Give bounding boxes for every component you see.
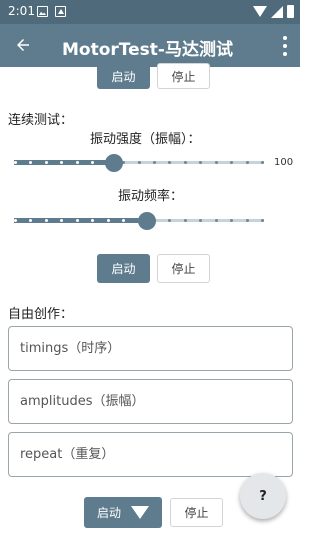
timings-field[interactable] xyxy=(8,326,293,371)
app-title: MotorTest-马达测试 xyxy=(62,40,233,60)
frequency-slider-fill xyxy=(14,218,147,223)
frequency-label: 振动频率： xyxy=(118,189,184,204)
back-arrow-icon xyxy=(17,39,29,51)
more-vert-icon[interactable] xyxy=(282,36,288,56)
strength-slider-tick xyxy=(261,161,264,164)
amplitudes-field[interactable] xyxy=(8,379,293,424)
app-bar: MotorTest-马达测试 xyxy=(0,24,300,67)
frequency-slider-tick xyxy=(261,219,264,222)
frequency-slider-tick xyxy=(183,219,187,222)
status-icons xyxy=(253,5,294,18)
strength-slider[interactable] xyxy=(14,153,264,173)
help-fab-button[interactable]: ? xyxy=(240,473,286,519)
status-time: 2:01 xyxy=(8,4,35,18)
timings-input[interactable] xyxy=(20,327,280,370)
frequency-slider-tick xyxy=(14,219,17,222)
strength-slider-tick xyxy=(75,161,79,164)
strength-label: 振动强度（振幅）： xyxy=(90,132,201,147)
strength-value: 100 xyxy=(274,157,294,168)
frequency-slider-thumb[interactable] xyxy=(137,212,156,230)
wifi-icon xyxy=(253,6,267,17)
strength-slider-thumb[interactable] xyxy=(105,154,123,172)
frequency-slider-tick xyxy=(214,219,218,222)
amplitudes-input[interactable] xyxy=(20,380,280,423)
back-button[interactable] xyxy=(8,30,38,60)
single-start-button[interactable]: 启动 xyxy=(97,63,150,89)
frequency-slider-tick xyxy=(75,219,79,222)
continuous-stop-button[interactable]: 停止 xyxy=(157,254,210,283)
frequency-slider-tick xyxy=(245,219,249,222)
gallery-notification-icon xyxy=(37,6,48,17)
app-notification-icon xyxy=(55,6,66,17)
free-create-heading: 自由创作： xyxy=(8,307,74,322)
repeat-input[interactable] xyxy=(20,433,280,476)
single-stop-button[interactable]: 停止 xyxy=(157,63,210,89)
frequency-slider[interactable] xyxy=(14,211,264,231)
battery-icon xyxy=(287,5,294,18)
strength-slider-tick xyxy=(245,161,249,164)
status-bar: 2:01 xyxy=(0,0,300,24)
play-triangle-icon xyxy=(131,506,149,519)
strength-slider-tick xyxy=(14,161,17,164)
strength-slider-tick xyxy=(137,161,141,164)
repeat-field[interactable] xyxy=(8,432,293,477)
strength-slider-tick xyxy=(152,161,156,164)
free-stop-button[interactable]: 停止 xyxy=(170,498,223,527)
frequency-slider-tick xyxy=(44,219,48,222)
free-start-button[interactable]: 启动 xyxy=(84,497,162,528)
strength-slider-tick xyxy=(44,161,48,164)
continuous-start-button[interactable]: 启动 xyxy=(97,254,150,283)
strength-slider-tick xyxy=(183,161,187,164)
continuous-heading: 连续测试： xyxy=(8,113,74,128)
frequency-slider-tick xyxy=(106,219,110,222)
signal-icon xyxy=(271,5,283,18)
strength-slider-tick xyxy=(214,161,218,164)
free-start-label: 启动 xyxy=(96,506,121,520)
